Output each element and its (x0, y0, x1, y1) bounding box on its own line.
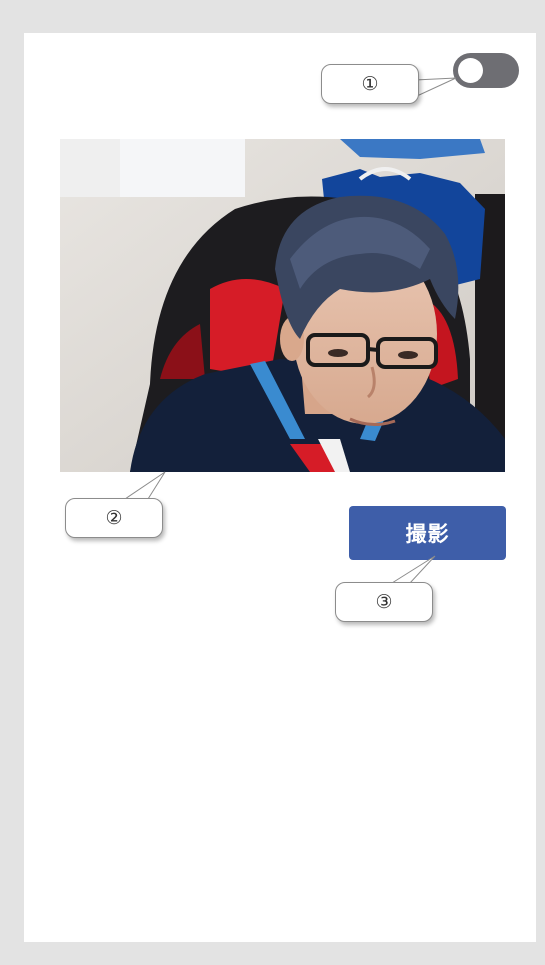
camera-toggle-switch[interactable] (453, 53, 519, 88)
callout-1-label: ① (361, 73, 379, 95)
capture-button[interactable]: 撮影 (349, 506, 506, 560)
callout-2-label: ② (105, 507, 123, 529)
callout-2: ② (65, 498, 163, 538)
camera-preview-image (60, 139, 505, 472)
callout-1: ① (321, 64, 419, 104)
camera-preview (60, 139, 505, 472)
callout-3-label: ③ (375, 591, 393, 613)
callout-3: ③ (335, 582, 433, 622)
toggle-knob (458, 58, 483, 83)
